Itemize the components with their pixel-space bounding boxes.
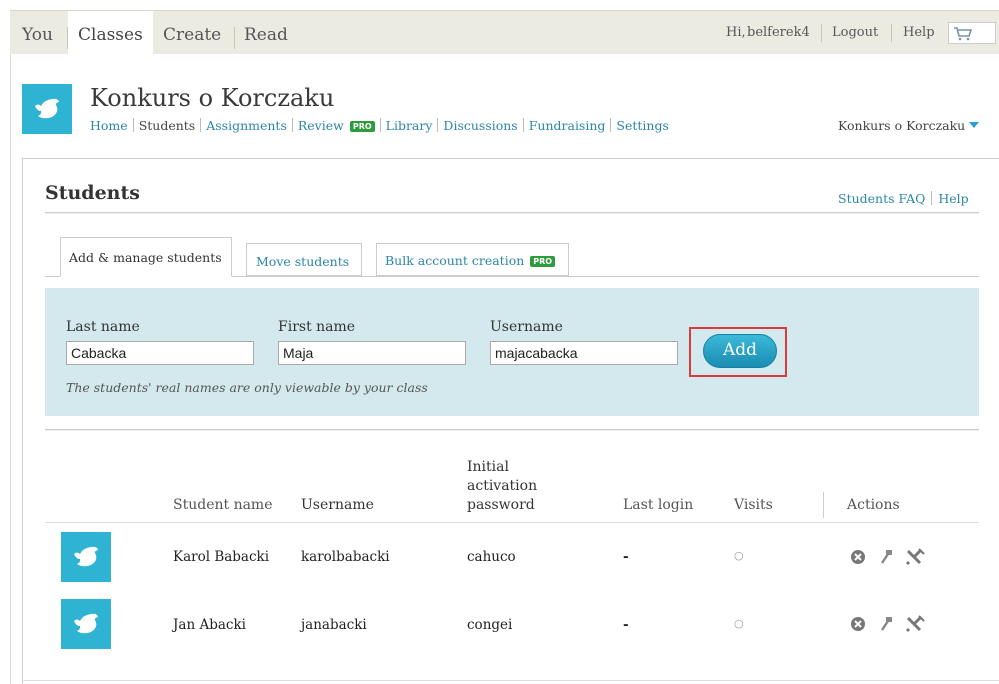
delete-icon[interactable] [849,548,867,566]
username-link[interactable]: belferek4 [747,25,810,40]
class-nav-discussions[interactable]: Discussions [443,118,517,133]
nav-divider [379,118,381,132]
tools-icon[interactable] [905,548,925,566]
logout-link[interactable]: Logout [832,25,878,40]
students-faq-link[interactable]: Students FAQ [838,191,925,206]
last-name-input[interactable] [66,341,254,365]
bird-icon [74,613,98,634]
privacy-note: The students' real names are only viewab… [66,380,428,395]
password-cell: congei [467,617,513,633]
title-divider [45,212,979,214]
table-bottom-border [22,680,999,681]
topnav-divider [891,24,892,42]
class-nav-settings[interactable]: Settings [616,118,668,133]
header-divider [823,492,824,518]
topnav-you[interactable]: You [22,25,53,45]
topnav-classes[interactable]: Classes [68,11,153,57]
class-logo[interactable] [22,84,72,134]
add-button[interactable]: Add [703,334,777,368]
last-name-label: Last name [66,319,140,335]
class-nav-library[interactable]: Library [386,118,433,133]
bird-icon [35,98,59,119]
topnav-read[interactable]: Read [244,25,288,45]
class-switcher-label: Konkurs o Korczaku [838,118,966,133]
username-cell: janabacki [301,617,367,633]
nav-divider [437,118,439,132]
avatar [61,599,111,649]
header-password: Initial activation password [467,458,537,515]
tools-icon[interactable] [905,615,925,633]
top-nav-bar: You Classes Create Read Hi, belferek4 Lo… [10,10,999,57]
tab-move-students[interactable]: Move students [246,243,362,276]
class-nav-fundraising[interactable]: Fundraising [529,118,606,133]
username-label: Username [490,319,563,335]
student-name-cell: Jan Abacki [173,617,246,633]
pro-badge: PRO [530,256,556,267]
row-actions [849,615,925,633]
nav-divider [522,118,524,132]
username-cell: karolbabacki [301,549,390,565]
header-last-login: Last login [623,497,694,513]
row-actions [849,548,925,566]
class-title: Konkurs o Korczaku [90,84,335,112]
header-row-divider [45,522,979,523]
help-link[interactable]: Help [903,25,935,40]
topnav-divider [821,24,822,42]
form-divider [45,429,979,431]
tab-bulk-label: Bulk account creation [385,253,525,268]
avatar [61,532,111,582]
first-name-label: First name [278,319,356,335]
visits-cell: ○ [734,549,744,562]
header-visits: Visits [734,497,773,513]
chevron-down-icon [969,122,980,128]
cart-button[interactable] [948,22,996,44]
header-actions: Actions [847,497,900,513]
visits-cell: ○ [734,617,744,630]
header-student-name: Student name [173,497,273,513]
password-cell: cahuco [467,549,516,565]
page-left-border [10,54,11,684]
nav-divider [610,118,612,132]
tab-add-manage-students[interactable]: Add & manage students [60,237,232,277]
last-login-cell: - [623,617,629,633]
key-icon[interactable] [877,615,895,633]
tab-bulk-account-creation[interactable]: Bulk account creation PRO [376,243,569,276]
class-switcher-dropdown[interactable]: Konkurs o Korczaku [838,118,980,133]
page-title: Students [45,182,140,204]
header-username: Username [301,497,374,513]
class-nav-assignments[interactable]: Assignments [206,118,287,133]
cart-icon [954,27,973,41]
username-input[interactable] [490,341,678,365]
bird-icon [74,546,98,567]
class-nav: Home Students Assignments Review PRO Library… [90,118,669,133]
pro-badge: PRO [349,121,375,132]
header-password-line1: Initial [467,459,509,475]
topnav-create[interactable]: Create [163,25,221,45]
class-nav-home[interactable]: Home [90,118,128,133]
nav-divider [291,118,293,132]
delete-icon[interactable] [849,615,867,633]
student-name-cell: Karol Babacki [173,549,270,565]
panel-help-link[interactable]: Help [938,191,968,206]
nav-divider [200,118,202,132]
topnav-divider [234,27,235,49]
link-divider [931,191,933,205]
class-nav-review[interactable]: Review [298,118,344,133]
last-login-cell: - [623,549,629,565]
greeting-text: Hi, [726,25,746,40]
first-name-input[interactable] [278,341,466,365]
header-password-line3: password [467,497,535,513]
key-icon[interactable] [877,548,895,566]
nav-divider [132,118,134,132]
class-nav-students[interactable]: Students [139,118,196,133]
panel-help-links: Students FAQ Help [838,191,969,206]
header-password-line2: activation [467,478,538,494]
